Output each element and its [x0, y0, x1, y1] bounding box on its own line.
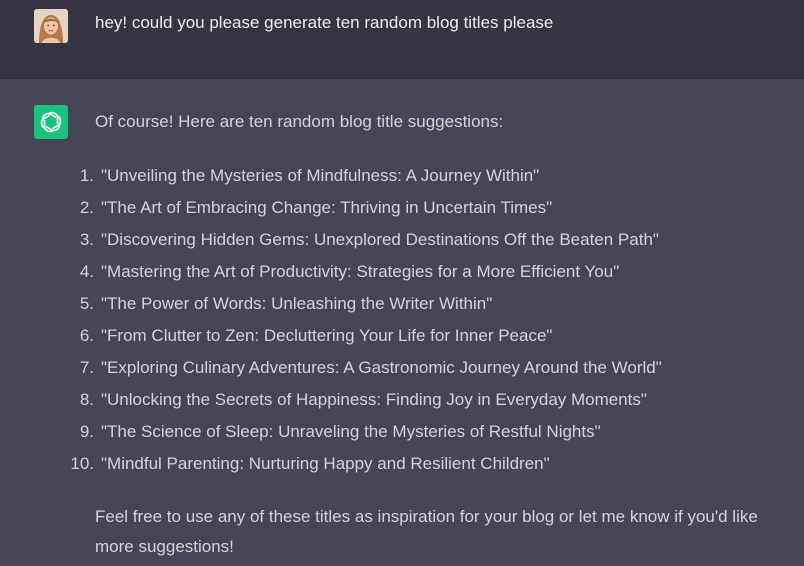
assistant-message: Of course! Here are ten random blog titl…	[0, 79, 804, 566]
list-number: 10.	[70, 454, 94, 473]
blog-title: "Unlocking the Secrets of Happiness: Fin…	[101, 390, 647, 409]
assistant-intro-text: Of course! Here are ten random blog titl…	[95, 112, 504, 131]
blog-title: "The Power of Words: Unleashing the Writ…	[101, 294, 493, 313]
user-message: hey! could you please generate ten rando…	[0, 0, 804, 79]
blog-title: "Mastering the Art of Productivity: Stra…	[101, 262, 620, 281]
list-number: 9.	[79, 422, 94, 441]
list-number: 2.	[79, 198, 94, 217]
list-number: 8.	[79, 390, 94, 409]
blog-title: "The Science of Sleep: Unraveling the My…	[101, 422, 601, 441]
blog-title: "Discovering Hidden Gems: Unexplored Des…	[101, 230, 659, 249]
list-number: 7.	[79, 358, 94, 377]
list-number: 6.	[79, 326, 94, 345]
blog-title: "Mindful Parenting: Nurturing Happy and …	[101, 454, 550, 473]
list-number: 1.	[79, 166, 94, 185]
blog-title: "Unveiling the Mysteries of Mindfulness:…	[101, 166, 540, 185]
blog-title: "From Clutter to Zen: Decluttering Your …	[101, 326, 553, 345]
blog-title: "The Art of Embracing Change: Thriving i…	[101, 198, 553, 217]
list-number: 5.	[79, 294, 94, 313]
openai-logo-icon	[34, 105, 68, 139]
blog-title: "Exploring Culinary Adventures: A Gastro…	[101, 358, 662, 377]
list-number: 3.	[79, 230, 94, 249]
user-message-text: hey! could you please generate ten rando…	[95, 13, 554, 32]
assistant-outro-text: Feel free to use any of these titles as …	[95, 507, 758, 556]
list-number: 4.	[79, 262, 94, 281]
user-avatar	[34, 9, 68, 43]
